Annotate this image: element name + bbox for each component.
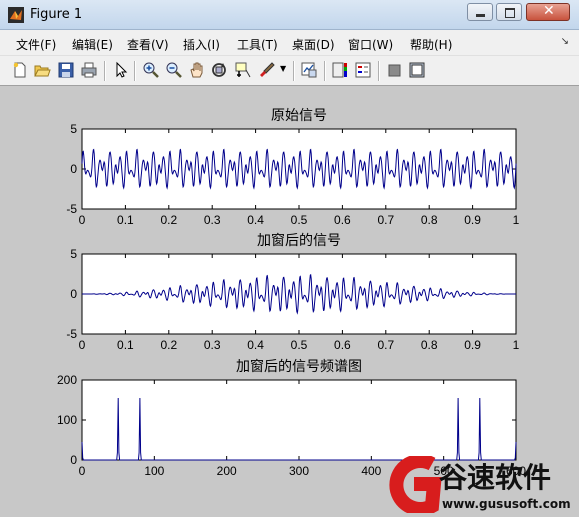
window-titlebar: Figure 1 ✕ (0, 0, 579, 30)
axes-box (81, 379, 517, 461)
x-tick-label: 0 (79, 338, 86, 352)
x-tick-label: 100 (144, 464, 164, 478)
x-tick-label: 0.8 (421, 213, 438, 227)
maximize-button[interactable] (496, 3, 522, 21)
y-tick-label: 0 (70, 162, 77, 176)
x-tick-label: 0.5 (291, 213, 308, 227)
zoom-out-icon[interactable] (165, 61, 183, 79)
x-tick-label: 0.9 (464, 338, 481, 352)
x-tick-label: 0.6 (334, 213, 351, 227)
x-tick-label: 1 (513, 213, 520, 227)
maximize-icon (505, 8, 515, 18)
x-tick-label: 0.4 (247, 338, 264, 352)
brush-dropdown-icon[interactable]: ▼ (280, 64, 286, 73)
x-tick-label: 0.4 (247, 213, 264, 227)
menu-insert[interactable]: 插入(I) (183, 36, 220, 53)
x-tick-label: 0.7 (377, 213, 394, 227)
menu-bar: 文件(F) 编辑(E) 查看(V) 插入(I) 工具(T) 桌面(D) 窗口(W… (0, 30, 579, 56)
menu-desktop[interactable]: 桌面(D) (292, 36, 335, 53)
toolbar-separator (134, 61, 136, 81)
menu-edit[interactable]: 编辑(E) (72, 36, 113, 53)
x-tick-label: 0.1 (117, 213, 134, 227)
subplot-1: 原始信号0 0.1 0.2 0.3 0.4 0.5 0.6 0.7 0.8 0.9 150-5 (66, 107, 519, 227)
y-tick-label: 0 (70, 287, 77, 301)
watermark-brand: 谷速软件 (439, 461, 552, 494)
matlab-icon (8, 7, 24, 23)
x-tick-label: 0.2 (160, 213, 177, 227)
close-button[interactable]: ✕ (526, 3, 570, 21)
x-tick-label: 0.3 (204, 213, 221, 227)
y-tick-label: -5 (66, 327, 77, 341)
x-tick-label: 0.5 (291, 338, 308, 352)
show-plot-tools-icon[interactable] (408, 61, 426, 79)
x-tick-label: 0.1 (117, 338, 134, 352)
toolbar-separator (104, 61, 106, 81)
menu-dock-arrow-icon[interactable]: ↘ (561, 36, 569, 47)
x-tick-label: 0.9 (464, 213, 481, 227)
pointer-icon[interactable] (112, 61, 130, 79)
y-tick-label: 200 (57, 373, 77, 387)
x-tick-label: 300 (289, 464, 309, 478)
print-icon[interactable] (80, 61, 98, 79)
colorbar-icon[interactable] (331, 61, 349, 79)
x-tick-label: 0.8 (421, 338, 438, 352)
x-tick-label: 0.3 (204, 338, 221, 352)
toolbar-separator (378, 61, 380, 81)
brush-icon[interactable] (258, 61, 276, 79)
menu-tools[interactable]: 工具(T) (237, 36, 278, 53)
minimize-icon (476, 14, 485, 17)
x-tick-label: 0.6 (334, 338, 351, 352)
chart-title: 加窗后的信号频谱图 (236, 358, 362, 374)
toolbar-separator (293, 61, 295, 81)
open-file-icon[interactable] (33, 61, 51, 79)
watermark-url: www.gususoft.com (442, 497, 571, 511)
x-tick-label: 0.7 (377, 338, 394, 352)
menu-file[interactable]: 文件(F) (16, 36, 56, 53)
toolbar: ▼ (0, 56, 579, 86)
subplot-2: 加窗后的信号0 0.1 0.2 0.3 0.4 0.5 0.6 0.7 0.8 0.9 150-5 (66, 232, 519, 352)
zoom-in-icon[interactable] (142, 61, 160, 79)
x-tick-label: 400 (361, 464, 381, 478)
window-title: Figure 1 (30, 7, 83, 22)
toolbar-separator (324, 61, 326, 81)
menu-view[interactable]: 查看(V) (127, 36, 169, 53)
figure-area: 原始信号 0 0.1 0.2 0.3 0.4 0.5 0.6 0.7 0.8 0.9 1 5 0 -5 加窗后… (0, 86, 579, 513)
chart-title: 加窗后的信号 (257, 232, 341, 248)
menu-help[interactable]: 帮助(H) (410, 36, 452, 53)
watermark: 谷速软件 www.gususoft.com (384, 454, 579, 516)
save-icon[interactable] (57, 61, 75, 79)
x-tick-label: 0.2 (160, 338, 177, 352)
y-tick-label: 100 (57, 413, 77, 427)
data-cursor-icon[interactable] (234, 61, 252, 79)
x-tick-label: 1 (513, 338, 520, 352)
menu-window[interactable]: 窗口(W) (348, 36, 393, 53)
y-tick-label: 0 (70, 453, 77, 467)
chart-title: 原始信号 (271, 107, 327, 123)
new-figure-icon[interactable] (11, 61, 29, 79)
hide-plot-tools-icon[interactable] (385, 61, 403, 79)
link-plot-icon[interactable] (300, 61, 318, 79)
pan-icon[interactable] (188, 61, 206, 79)
x-tick-label: 0 (79, 464, 86, 478)
y-tick-label: 5 (70, 247, 77, 261)
legend-icon[interactable] (354, 61, 372, 79)
x-tick-label: 0 (79, 213, 86, 227)
y-tick-label: -5 (66, 202, 77, 216)
rotate-3d-icon[interactable] (210, 61, 228, 79)
figure-canvas[interactable]: 原始信号0 0.1 0.2 0.3 0.4 0.5 0.6 0.7 0.8 0.9 150-5加窗后… (0, 86, 579, 513)
close-icon: ✕ (543, 3, 555, 19)
y-tick-label: 5 (70, 122, 77, 136)
minimize-button[interactable] (467, 3, 493, 21)
x-tick-label: 200 (217, 464, 237, 478)
